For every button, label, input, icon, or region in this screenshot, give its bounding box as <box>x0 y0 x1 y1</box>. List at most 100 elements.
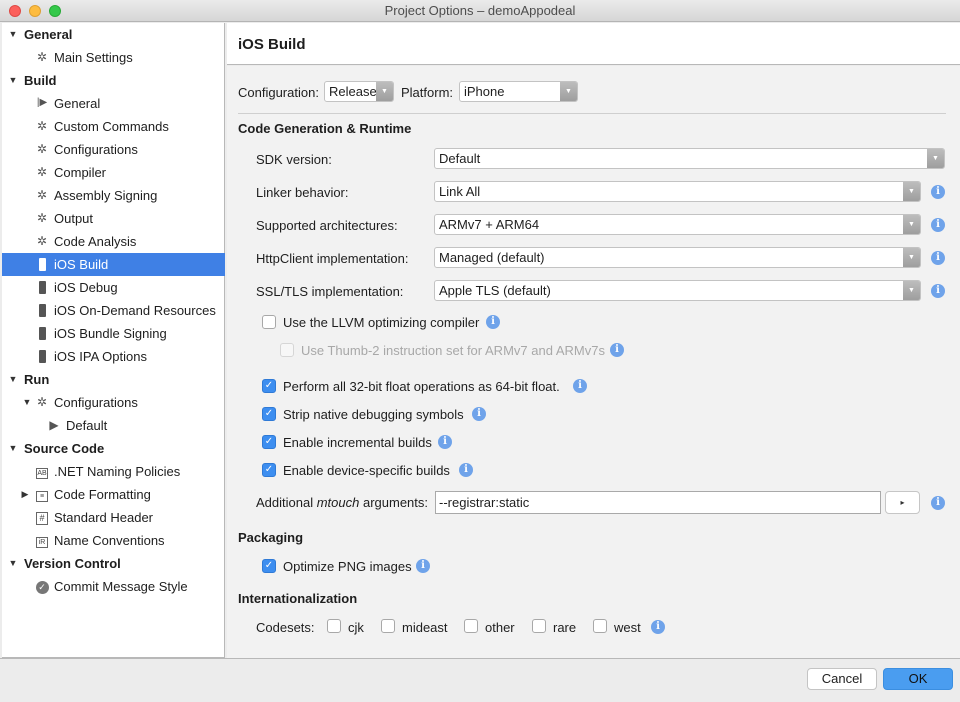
sidebar-item-code-formatting[interactable]: ▶ ≡ Code Formatting <box>2 483 225 506</box>
platform-select[interactable]: iPhone ▼ <box>459 81 578 102</box>
sidebar-item-ios-ipa-options[interactable]: iOS IPA Options <box>2 345 225 368</box>
info-icon[interactable]: i <box>610 343 624 357</box>
expanded-triangle-icon[interactable]: ▼ <box>22 391 32 414</box>
zoom-window-button[interactable] <box>49 5 61 17</box>
sidebar-item-compiler[interactable]: ✲ Compiler <box>2 161 225 184</box>
phone-icon <box>35 280 49 294</box>
sidebar-category-general[interactable]: ▼ General <box>2 23 225 46</box>
sidebar-item-net-naming-policies[interactable]: AB .NET Naming Policies <box>2 460 225 483</box>
codeset-other-checkbox[interactable] <box>464 619 478 633</box>
sidebar-item-ios-build[interactable]: iOS Build <box>2 253 225 276</box>
sidebar-item-label: Source Code <box>24 441 105 456</box>
title-bar: Project Options – demoAppodeal <box>0 0 960 22</box>
info-icon[interactable]: i <box>416 559 430 573</box>
sidebar-item-label: Run <box>24 372 50 387</box>
sidebar-item-name-conventions[interactable]: iR Name Conventions <box>2 529 225 552</box>
codeset-other-label: other <box>485 620 515 635</box>
strip-symbols-label: Strip native debugging symbols <box>283 407 464 422</box>
linker-behavior-select[interactable]: Link All ▼ <box>434 181 921 202</box>
sidebar-item-label: Custom Commands <box>54 119 169 134</box>
mtouch-arguments-label: Additional mtouch arguments: <box>256 495 428 510</box>
configuration-select[interactable]: Release ▼ <box>324 81 394 102</box>
minimize-window-button[interactable] <box>29 5 41 17</box>
sidebar-item-label: iOS IPA Options <box>54 349 147 364</box>
float64-checkbox[interactable]: ✓ <box>262 379 276 393</box>
info-icon[interactable]: i <box>472 407 486 421</box>
divider <box>238 113 946 114</box>
gear-icon: ✲ <box>36 119 48 133</box>
info-icon[interactable]: i <box>931 284 945 298</box>
strip-symbols-checkbox[interactable]: ✓ <box>262 407 276 421</box>
codeset-west-label: west <box>614 620 641 635</box>
llvm-checkbox[interactable] <box>262 315 276 329</box>
expanded-triangle-icon[interactable]: ▼ <box>8 69 18 92</box>
codeset-mideast-checkbox[interactable] <box>381 619 395 633</box>
device-builds-label: Enable device-specific builds <box>283 463 450 478</box>
gear-icon: ✲ <box>36 234 48 248</box>
expanded-triangle-icon[interactable]: ▼ <box>8 368 18 391</box>
codeset-west-checkbox[interactable] <box>593 619 607 633</box>
mtouch-arguments-input[interactable]: --registrar:static <box>435 491 881 514</box>
incremental-builds-checkbox[interactable]: ✓ <box>262 435 276 449</box>
sidebar-item-ios-debug[interactable]: iOS Debug <box>2 276 225 299</box>
sidebar-item-output[interactable]: ✲ Output <box>2 207 225 230</box>
sidebar-item-label: Configurations <box>54 142 138 157</box>
codeset-cjk-checkbox[interactable] <box>327 619 341 633</box>
sidebar-category-build[interactable]: ▼ Build <box>2 69 225 92</box>
expanded-triangle-icon[interactable]: ▼ <box>8 552 18 575</box>
sidebar-item-ios-on-demand-resources[interactable]: iOS On-Demand Resources <box>2 299 225 322</box>
panel-header: iOS Build <box>227 23 960 65</box>
sdk-version-select[interactable]: Default ▼ <box>434 148 945 169</box>
sidebar-item-configurations[interactable]: ✲ Configurations <box>2 138 225 161</box>
sidebar-category-version-control[interactable]: ▼ Version Control <box>2 552 225 575</box>
configuration-value: Release <box>329 84 377 99</box>
thumb2-checkbox[interactable] <box>280 343 294 357</box>
play-bar-icon: |▶ <box>36 97 48 108</box>
ssl-tls-value: Apple TLS (default) <box>439 283 551 298</box>
info-icon[interactable]: i <box>438 435 452 449</box>
ir-icon: iR <box>35 533 49 548</box>
sidebar-item-code-analysis[interactable]: ✲ Code Analysis <box>2 230 225 253</box>
info-icon[interactable]: i <box>651 620 665 634</box>
info-icon[interactable]: i <box>931 496 945 510</box>
info-icon[interactable]: i <box>573 379 587 393</box>
codeset-rare-checkbox[interactable] <box>532 619 546 633</box>
info-icon[interactable]: i <box>931 218 945 232</box>
info-icon[interactable]: i <box>459 463 473 477</box>
info-icon[interactable]: i <box>486 315 500 329</box>
sidebar-item-commit-message-style[interactable]: ✓ Commit Message Style <box>2 575 225 598</box>
sidebar-item-default[interactable]: ▶ Default <box>2 414 225 437</box>
sidebar-item-custom-commands[interactable]: ✲ Custom Commands <box>2 115 225 138</box>
cancel-button[interactable]: Cancel <box>807 668 877 690</box>
sidebar-category-source-code[interactable]: ▼ Source Code <box>2 437 225 460</box>
info-icon[interactable]: i <box>931 251 945 265</box>
platform-value: iPhone <box>464 84 505 99</box>
sidebar-item-run-configurations[interactable]: ▼ ✲ Configurations <box>2 391 225 414</box>
httpclient-select[interactable]: Managed (default) ▼ <box>434 247 921 268</box>
phone-icon <box>35 303 49 317</box>
supported-architectures-label: Supported architectures: <box>256 218 398 233</box>
device-builds-checkbox[interactable]: ✓ <box>262 463 276 477</box>
ok-button[interactable]: OK <box>883 668 953 690</box>
mtouch-run-button[interactable]: ▸ <box>885 491 920 514</box>
supported-architectures-select[interactable]: ARMv7 + ARM64 ▼ <box>434 214 921 235</box>
sidebar-item-build-general[interactable]: |▶ General <box>2 92 225 115</box>
ab-icon: AB <box>36 468 48 479</box>
sidebar-item-label: Standard Header <box>54 510 154 525</box>
optimize-png-checkbox[interactable]: ✓ <box>262 559 276 573</box>
sidebar-item-label: iOS Debug <box>54 280 118 295</box>
sidebar-item-label: Output <box>54 211 94 226</box>
ssl-tls-select[interactable]: Apple TLS (default) ▼ <box>434 280 921 301</box>
sidebar-category-run[interactable]: ▼ Run <box>2 368 225 391</box>
close-window-button[interactable] <box>9 5 21 17</box>
codeset-rare-label: rare <box>553 620 577 635</box>
sidebar-item-label: iOS On-Demand Resources <box>54 303 216 318</box>
sidebar-item-main-settings[interactable]: ✲ Main Settings <box>2 46 225 69</box>
collapsed-triangle-icon[interactable]: ▶ <box>20 483 30 506</box>
info-icon[interactable]: i <box>931 185 945 199</box>
expanded-triangle-icon[interactable]: ▼ <box>8 23 18 46</box>
sidebar-item-ios-bundle-signing[interactable]: iOS Bundle Signing <box>2 322 225 345</box>
expanded-triangle-icon[interactable]: ▼ <box>8 437 18 460</box>
sidebar-item-standard-header[interactable]: # Standard Header <box>2 506 225 529</box>
sidebar-item-assembly-signing[interactable]: ✲ Assembly Signing <box>2 184 225 207</box>
